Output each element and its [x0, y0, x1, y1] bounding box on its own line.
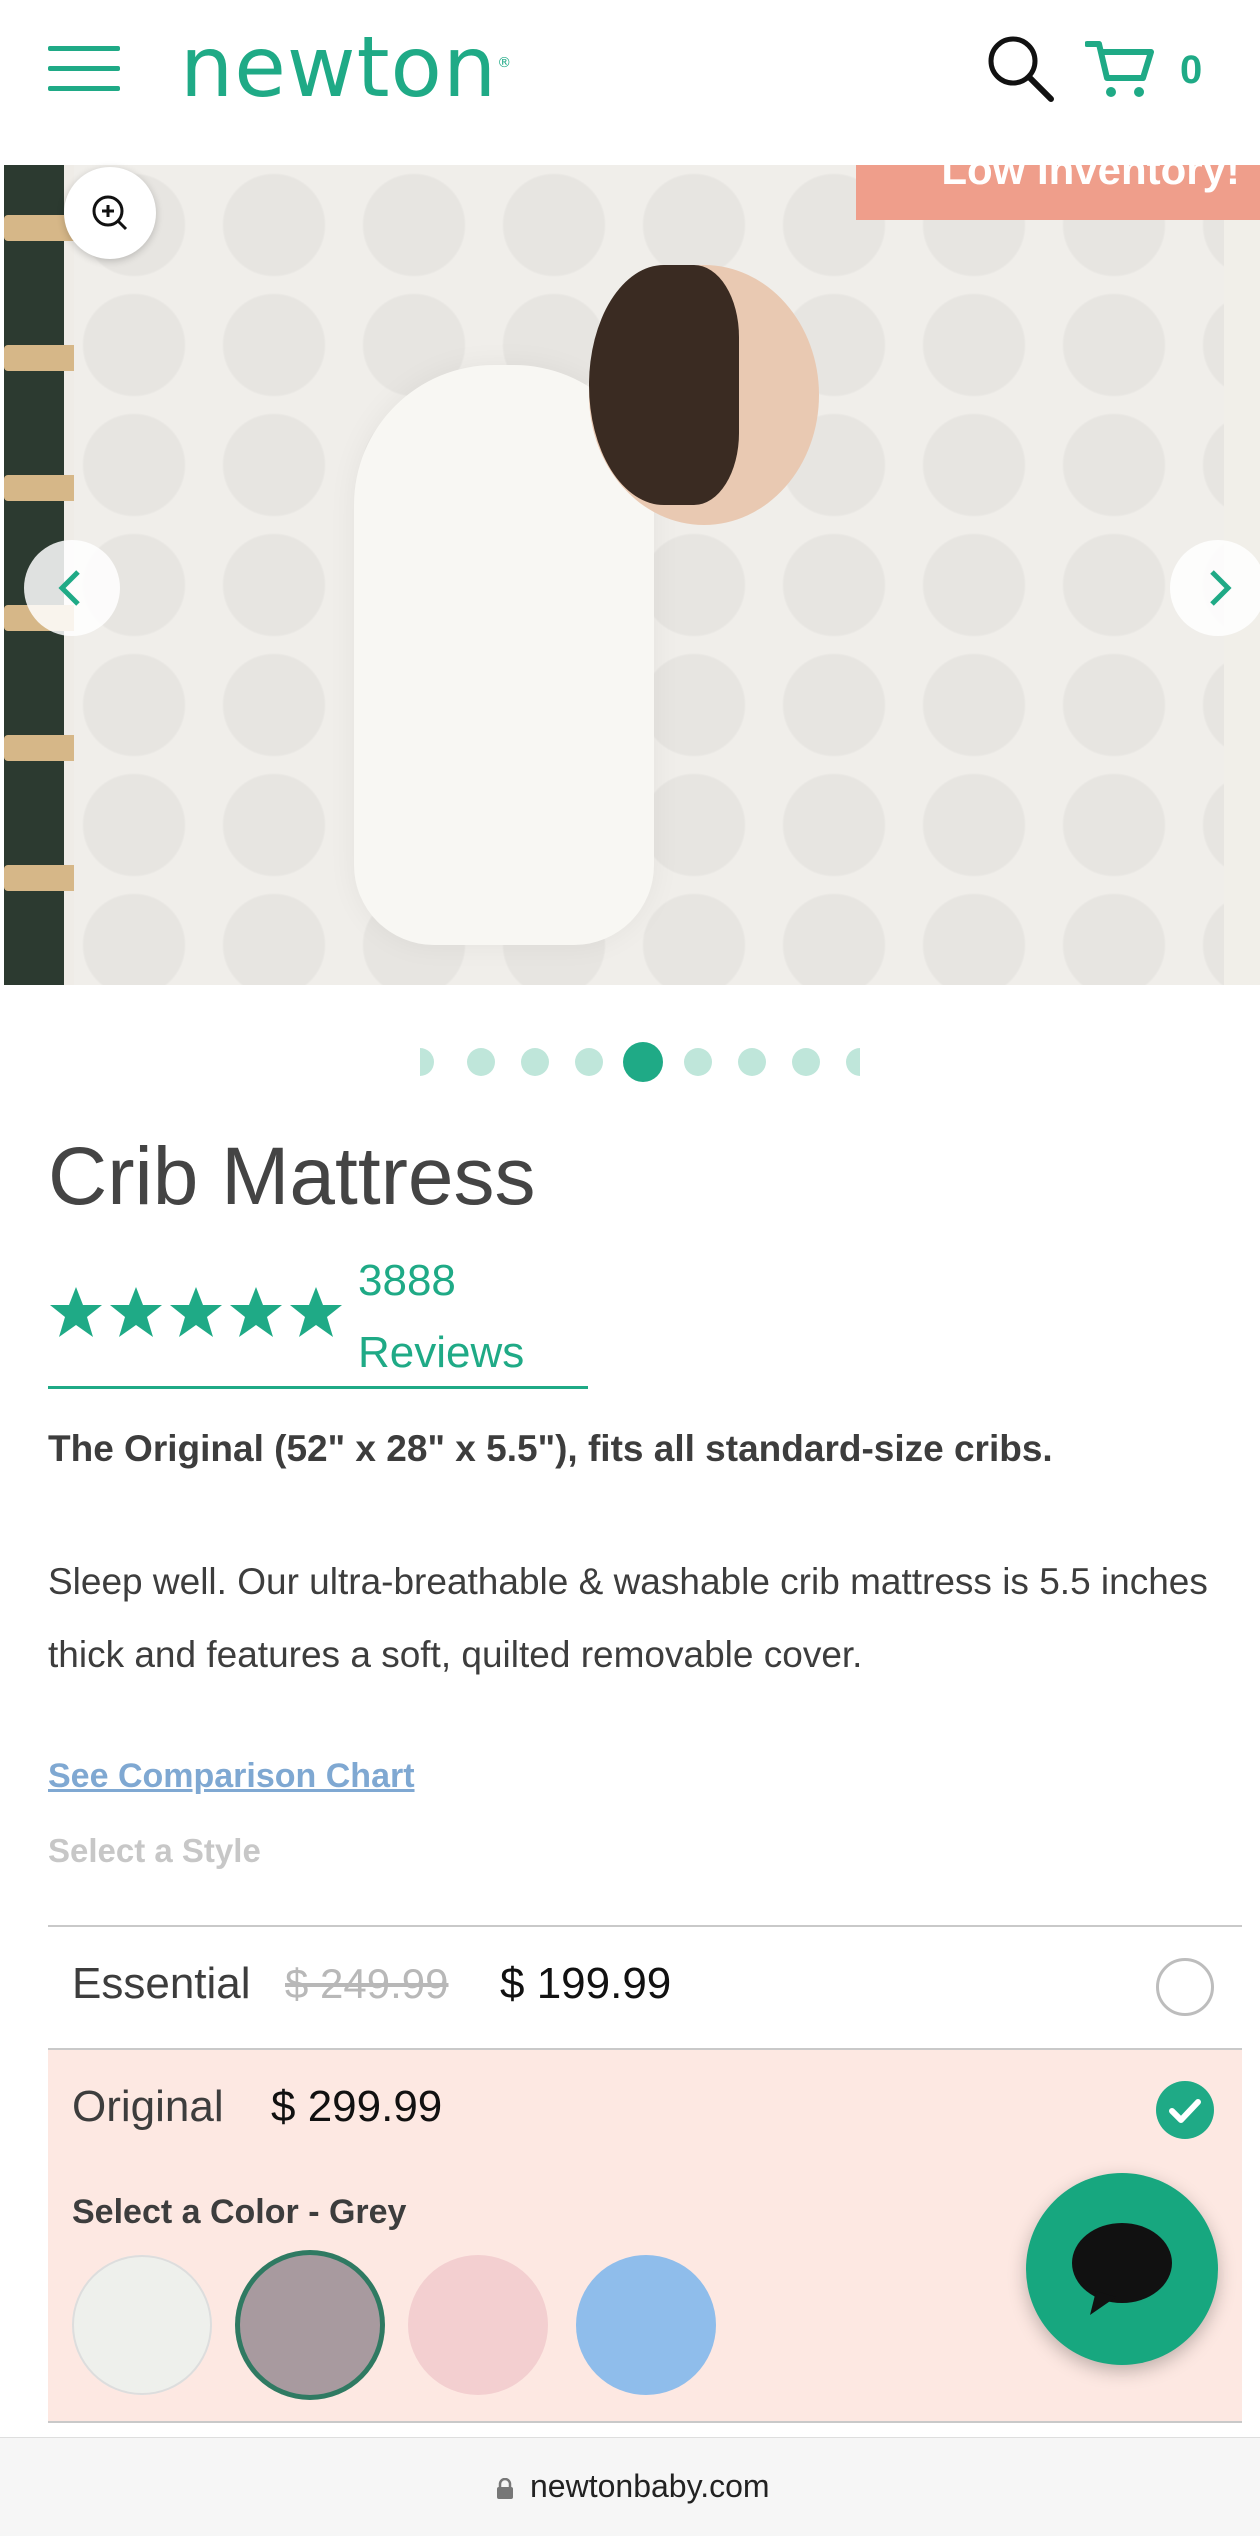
- star-icon: [290, 1287, 342, 1337]
- carousel-dot[interactable]: [420, 1048, 434, 1076]
- zoom-button[interactable]: [64, 167, 156, 259]
- star-icon: [230, 1287, 282, 1337]
- color-swatch-pink[interactable]: [408, 2255, 548, 2395]
- color-swatch-blue[interactable]: [576, 2255, 716, 2395]
- style-option-essential[interactable]: Essential $ 249.99 $ 199.99: [48, 1925, 1242, 2048]
- carousel-dot-active[interactable]: [623, 1042, 663, 1082]
- menu-icon[interactable]: [48, 46, 120, 92]
- chat-icon: [1072, 2223, 1172, 2315]
- check-icon: [1169, 2099, 1201, 2123]
- low-inventory-banner: Low Inventory!: [856, 165, 1260, 220]
- carousel-dot[interactable]: [792, 1048, 820, 1076]
- review-count-link[interactable]: 3888 Reviews: [358, 1245, 578, 1389]
- carousel-dot[interactable]: [684, 1048, 712, 1076]
- cart-count[interactable]: 0: [1180, 48, 1202, 93]
- chat-button[interactable]: [1026, 2173, 1218, 2365]
- option-price: $ 299.99: [271, 2082, 443, 2131]
- option-name: Essential: [72, 1959, 251, 2008]
- comparison-chart-link[interactable]: See Comparison Chart: [48, 1757, 415, 1796]
- option-price: $ 199.99: [500, 1959, 672, 2008]
- color-swatch-grey[interactable]: [240, 2255, 380, 2395]
- product-image[interactable]: [4, 165, 1260, 985]
- cart-icon[interactable]: [1085, 38, 1155, 100]
- next-image-button[interactable]: [1170, 540, 1260, 636]
- option-old-price: $ 249.99: [285, 1960, 449, 2007]
- product-subtitle: The Original (52" x 28" x 5.5"), fits al…: [48, 1428, 1053, 1469]
- star-icon: [50, 1287, 102, 1337]
- option-radio-checked[interactable]: [1156, 2081, 1214, 2139]
- rating-divider: [48, 1386, 588, 1389]
- carousel-dot[interactable]: [846, 1048, 860, 1076]
- previous-image-button[interactable]: [24, 540, 120, 636]
- lock-icon: [497, 2478, 513, 2499]
- option-radio[interactable]: [1156, 1958, 1214, 2016]
- search-icon[interactable]: [985, 33, 1055, 103]
- carousel-dot[interactable]: [521, 1048, 549, 1076]
- carousel-dot[interactable]: [467, 1048, 495, 1076]
- style-label: Select a Style: [48, 1832, 261, 1869]
- chevron-left-icon: [58, 570, 80, 606]
- option-name: Original: [72, 2082, 224, 2131]
- browser-url-bar[interactable]: newtonbaby.com: [0, 2437, 1260, 2536]
- url-text[interactable]: newtonbaby.com: [530, 2468, 770, 2505]
- color-swatch-white[interactable]: [72, 2255, 212, 2395]
- review-count: 3888: [358, 1256, 456, 1305]
- brand-logo[interactable]: newton®: [180, 18, 512, 116]
- color-label: Select a Color - Grey: [72, 2193, 407, 2231]
- carousel-dot[interactable]: [575, 1048, 603, 1076]
- header: newton® 0: [0, 0, 1260, 165]
- star-icon: [110, 1287, 162, 1337]
- zoom-icon: [92, 195, 128, 231]
- carousel-dots: [420, 1040, 870, 1082]
- review-label: Reviews: [358, 1328, 525, 1377]
- product-title: Crib Mattress: [48, 1131, 536, 1222]
- star-icon: [170, 1287, 222, 1337]
- rating-stars[interactable]: [48, 1285, 348, 1341]
- chevron-right-icon: [1210, 570, 1232, 606]
- carousel-dot[interactable]: [738, 1048, 766, 1076]
- product-description: Sleep well. Our ultra-breathable & washa…: [48, 1561, 1208, 1675]
